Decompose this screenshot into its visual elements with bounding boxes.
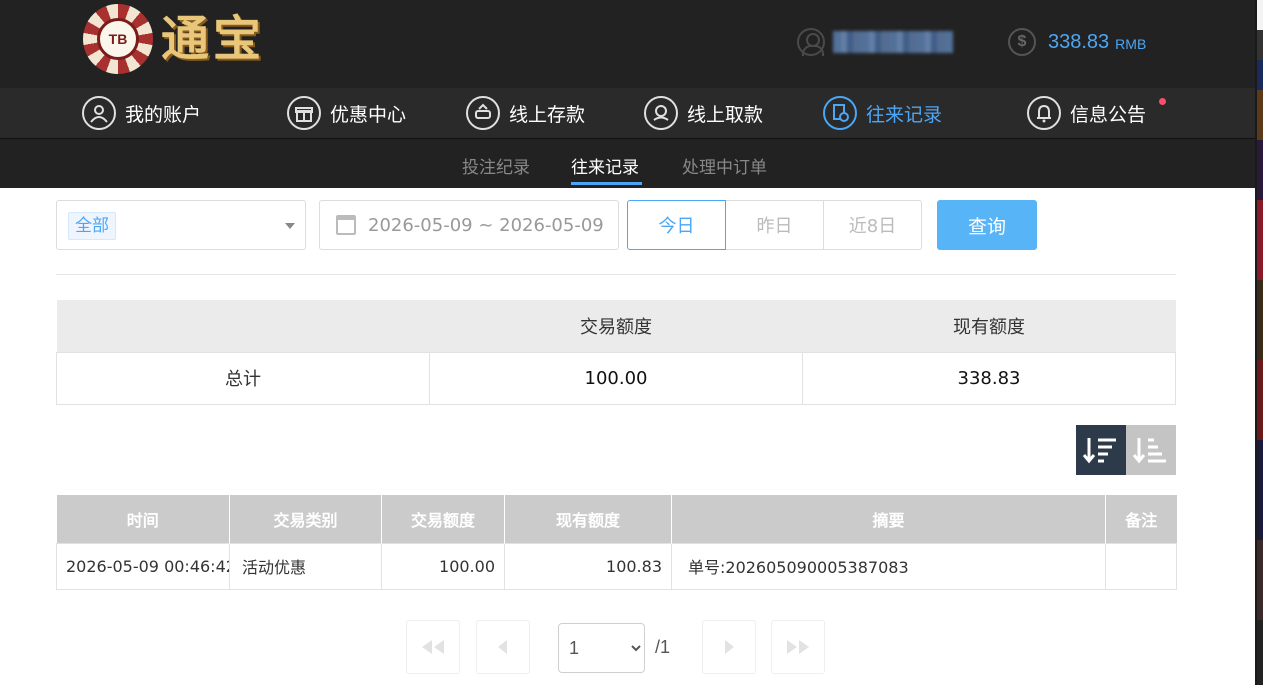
next-page-button[interactable] bbox=[702, 620, 756, 674]
cell-balance: 100.83 bbox=[504, 542, 672, 590]
summary-header-cell: 交易额度 bbox=[429, 300, 803, 352]
main-nav: 我的账户 优惠中心 线上存款 线上取款 往来记录 信息公告 bbox=[0, 88, 1255, 139]
cell-amount: 100.00 bbox=[381, 542, 505, 590]
query-button[interactable]: 查询 bbox=[937, 200, 1037, 250]
double-chevron-left-icon bbox=[422, 640, 444, 654]
nav-online-deposit[interactable]: 线上存款 bbox=[466, 96, 585, 130]
nav-announcements[interactable]: 信息公告 bbox=[1027, 96, 1146, 130]
notification-dot bbox=[1159, 98, 1166, 105]
balance-value: 338.83 bbox=[1048, 30, 1110, 53]
range-today-button[interactable]: 今日 bbox=[627, 200, 726, 250]
deposit-icon bbox=[466, 96, 500, 130]
total-pages-label: /1 bbox=[655, 637, 671, 657]
summary-label: 总计 bbox=[56, 351, 430, 405]
cell-type: 活动优惠 bbox=[229, 542, 382, 590]
currency-unit: RMB bbox=[1115, 36, 1147, 52]
sort-ascending-button[interactable] bbox=[1126, 425, 1176, 475]
page-number-select[interactable]: 1 bbox=[558, 623, 645, 673]
column-header-remark[interactable]: 备注 bbox=[1105, 495, 1177, 543]
summary-row: 总计 100.00 338.83 bbox=[56, 351, 1176, 405]
tab-pending-orders[interactable]: 处理中订单 bbox=[682, 153, 767, 178]
table-row[interactable]: 2026-05-09 00:46:42 活动优惠 100.00 100.83 单… bbox=[56, 542, 1177, 590]
nav-label: 优惠中心 bbox=[330, 103, 407, 126]
previous-page-button[interactable] bbox=[476, 620, 530, 674]
chevron-right-icon bbox=[725, 640, 734, 654]
user-info[interactable] bbox=[797, 27, 953, 57]
divider bbox=[56, 274, 1176, 275]
logo-text: 通宝 bbox=[161, 11, 266, 67]
username-redacted bbox=[833, 31, 953, 53]
nav-label: 我的账户 bbox=[125, 103, 202, 126]
double-chevron-right-icon bbox=[787, 640, 809, 654]
cell-remark bbox=[1105, 542, 1177, 590]
quick-range-group: 今日 昨日 近8日 bbox=[627, 200, 922, 250]
column-header-summary[interactable]: 摘要 bbox=[671, 495, 1106, 543]
dollar-coin-icon: $ bbox=[1008, 28, 1036, 56]
top-header: TB 通宝 $ 338.83 RMB bbox=[0, 0, 1255, 88]
summary-current-balance: 338.83 bbox=[802, 351, 1176, 405]
transaction-type-select[interactable]: 全部 bbox=[56, 200, 306, 250]
summary-header-cell: 现有额度 bbox=[802, 300, 1176, 352]
cell-time: 2026-05-09 00:46:42 bbox=[56, 542, 230, 590]
nav-label: 线上取款 bbox=[687, 103, 764, 126]
nav-online-withdraw[interactable]: 线上取款 bbox=[644, 96, 763, 130]
caret-down-icon bbox=[285, 223, 295, 229]
nav-label: 线上存款 bbox=[509, 103, 586, 126]
sub-nav: 投注纪录 往来记录 处理中订单 bbox=[0, 139, 1255, 188]
balance-display: $ 338.83 RMB bbox=[1008, 27, 1146, 57]
column-header-type[interactable]: 交易类别 bbox=[229, 495, 382, 543]
nav-label: 信息公告 bbox=[1070, 103, 1147, 126]
tab-transaction-records[interactable]: 往来记录 bbox=[571, 153, 639, 178]
summary-transaction-amount: 100.00 bbox=[429, 351, 803, 405]
casino-chip-icon: TB bbox=[83, 4, 153, 74]
column-header-time[interactable]: 时间 bbox=[56, 495, 230, 543]
nav-my-account[interactable]: 我的账户 bbox=[82, 96, 201, 130]
user-icon bbox=[82, 96, 116, 130]
window-border bbox=[1255, 0, 1257, 685]
gift-icon bbox=[287, 96, 321, 130]
logo-badge: TB bbox=[97, 18, 139, 60]
column-header-balance[interactable]: 现有额度 bbox=[504, 495, 672, 543]
calendar-icon bbox=[336, 215, 356, 235]
range-last-8-days-button[interactable]: 近8日 bbox=[823, 200, 922, 250]
summary-header-row: 交易额度 现有额度 bbox=[56, 300, 1176, 352]
site-logo[interactable]: TB 通宝 bbox=[83, 4, 283, 76]
bell-icon bbox=[1027, 96, 1061, 130]
summary-header-cell bbox=[56, 300, 430, 352]
sort-ascending-icon bbox=[1132, 438, 1166, 464]
page-content: TB 通宝 $ 338.83 RMB 我的账户 优惠中心 线上存款 线上取款 往… bbox=[0, 0, 1255, 685]
active-tab-indicator bbox=[571, 182, 642, 185]
summary-table: 交易额度 现有额度 总计 100.00 338.83 bbox=[56, 300, 1176, 405]
tab-betting-records[interactable]: 投注纪录 bbox=[462, 153, 530, 178]
cell-summary: 单号:202605090005387083 bbox=[671, 542, 1106, 590]
last-page-button[interactable] bbox=[771, 620, 825, 674]
date-range-picker[interactable]: 2026-05-09 ~ 2026-05-09 bbox=[319, 200, 619, 250]
sort-descending-icon bbox=[1082, 438, 1116, 464]
sort-descending-button[interactable] bbox=[1076, 425, 1126, 475]
chevron-left-icon bbox=[498, 640, 507, 654]
nav-transaction-records[interactable]: 往来记录 bbox=[823, 96, 942, 130]
app-window: TB 通宝 $ 338.83 RMB 我的账户 优惠中心 线上存款 线上取款 往… bbox=[0, 0, 1263, 685]
record-icon bbox=[823, 96, 857, 130]
range-yesterday-button[interactable]: 昨日 bbox=[725, 200, 824, 250]
first-page-button[interactable] bbox=[406, 620, 460, 674]
withdraw-icon bbox=[644, 96, 678, 130]
user-icon bbox=[797, 28, 825, 56]
nav-label: 往来记录 bbox=[866, 103, 943, 126]
column-header-amount[interactable]: 交易额度 bbox=[381, 495, 505, 543]
date-range-text: 2026-05-09 ~ 2026-05-09 bbox=[368, 214, 604, 236]
records-table: 时间 交易类别 交易额度 现有额度 摘要 备注 2026-05-09 00:46… bbox=[56, 495, 1177, 590]
records-header-row: 时间 交易类别 交易额度 现有额度 摘要 备注 bbox=[56, 495, 1177, 543]
selected-type-tag: 全部 bbox=[68, 212, 116, 240]
nav-promotions[interactable]: 优惠中心 bbox=[287, 96, 406, 130]
